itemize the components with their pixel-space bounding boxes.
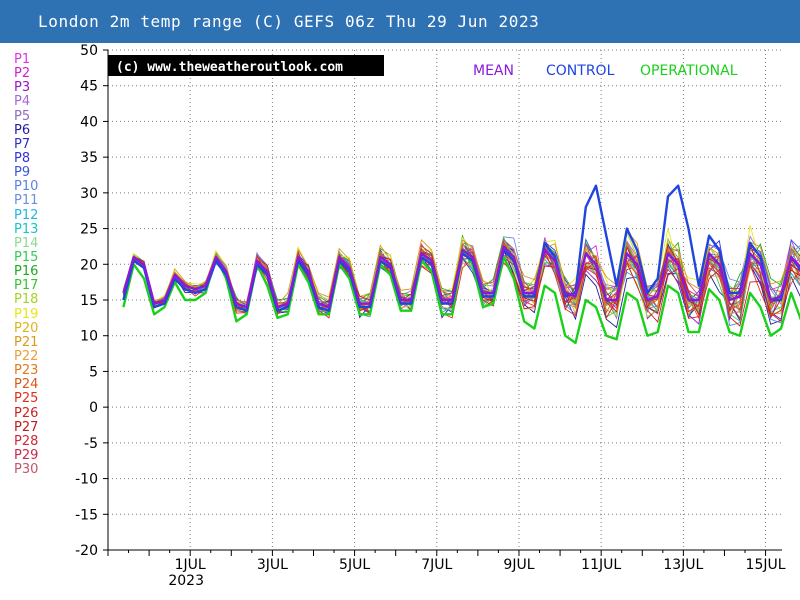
y-tick-label: -5: [84, 436, 98, 452]
x-tick-sublabel: 2023: [168, 573, 204, 589]
y-tick-label: 35: [80, 150, 98, 166]
x-tick-label: 3JUL: [257, 557, 288, 573]
y-tick-label: 45: [80, 79, 98, 95]
watermark: (c) www.theweatheroutlook.com: [108, 55, 384, 76]
y-tick-label: 40: [80, 114, 98, 130]
y-tick-label: 50: [80, 43, 98, 59]
temperature-chart: -20 -15 -10 -5 0 5 10 15 20 25 30 35 40 45 50 1JUL2023 3…: [75, 43, 800, 589]
title-bar: London 2m temp range (C) GEFS 06z Thu 29…: [0, 0, 800, 43]
y-tick-label: -10: [75, 472, 98, 488]
y-tick-label: 25: [80, 222, 98, 238]
x-tick-label: 11JUL: [581, 557, 621, 573]
watermark-text: (c) www.theweatheroutlook.com: [116, 60, 343, 75]
y-tick-label: 15: [80, 293, 98, 309]
legend-entry-control: CONTROL: [546, 63, 615, 79]
axes: -20 -15 -10 -5 0 5 10 15 20 25 30 35 40 45 50 1JUL2023 3…: [75, 43, 786, 589]
y-tick-label: 10: [80, 329, 98, 345]
x-tick-label: 5JUL: [339, 557, 370, 573]
series-legend: MEAN CONTROL OPERATIONAL: [473, 63, 738, 79]
x-tick-label: 13JUL: [663, 557, 703, 573]
y-tick-label: 0: [89, 400, 98, 416]
x-tick-label: 9JUL: [503, 557, 534, 573]
y-tick-label: -15: [75, 507, 98, 523]
y-tick-label: -20: [75, 543, 98, 559]
y-tick-label: 30: [80, 186, 98, 202]
legend-entry-mean: MEAN: [473, 63, 514, 79]
legend-entry-operational: OPERATIONAL: [640, 63, 738, 79]
x-tick-label: 15JUL: [746, 557, 786, 573]
y-tick-label: 20: [80, 257, 98, 273]
x-tick-label: 7JUL: [421, 557, 452, 573]
page-title: London 2m temp range (C) GEFS 06z Thu 29…: [38, 12, 540, 31]
x-tick-label: 1JUL: [175, 557, 206, 573]
y-tick-label: 5: [89, 364, 98, 380]
